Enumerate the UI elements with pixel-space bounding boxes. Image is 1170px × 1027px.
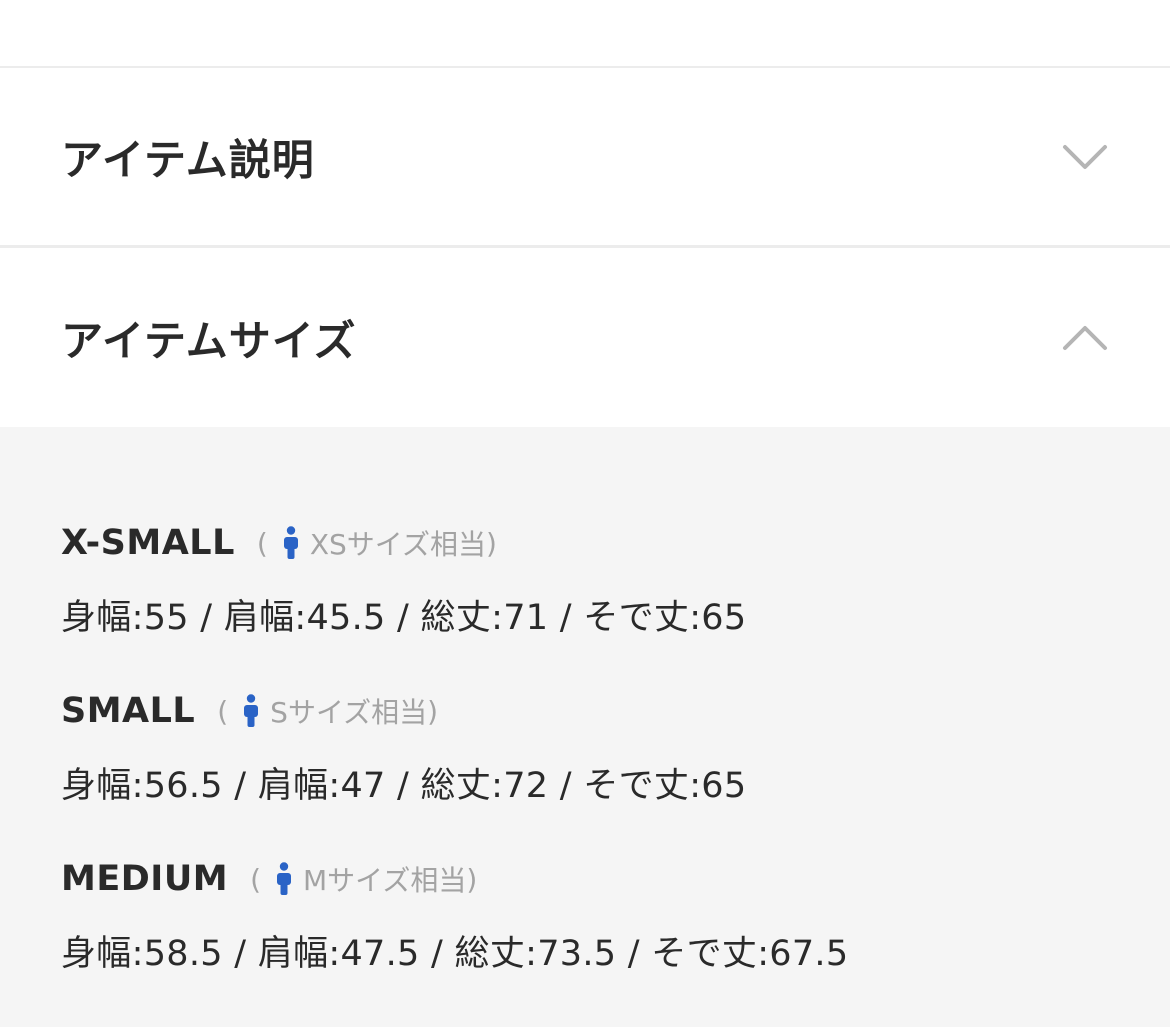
person-icon	[282, 526, 300, 560]
paren-open: (	[217, 694, 229, 728]
size-measurements: 身幅:56.5 / 肩幅:47 / 総丈:72 / そで丈:65	[61, 766, 747, 806]
size-measurements: 身幅:58.5 / 肩幅:47.5 / 総丈:73.5 / そで丈:67.5	[61, 934, 849, 974]
size-entry-xsmall: X-SMALL ( XSサイズ相当 ) 身幅:55 / 肩幅:45.5 / 総丈…	[61, 523, 746, 640]
size-equiv-label: Sサイズ相当	[270, 696, 428, 729]
size-name: SMALL	[61, 691, 196, 731]
chevron-down-icon	[1062, 143, 1108, 171]
paren-close: )	[466, 862, 478, 896]
paren-close: )	[427, 694, 439, 728]
size-header-row: X-SMALL ( XSサイズ相当 )	[61, 523, 746, 563]
accordion-item-size[interactable]: アイテムサイズ	[0, 248, 1170, 427]
size-equivalent: ( Sサイズ相当 )	[217, 691, 438, 731]
size-equiv-label: XSサイズ相当	[309, 528, 486, 561]
size-header-row: SMALL ( Sサイズ相当 )	[61, 691, 746, 731]
accordion-title-size: アイテムサイズ	[61, 316, 357, 365]
size-equivalent: ( Mサイズ相当 )	[250, 859, 477, 899]
size-equiv-label: Mサイズ相当	[303, 864, 467, 897]
size-measurements: 身幅:55 / 肩幅:45.5 / 総丈:71 / そで丈:65	[61, 598, 747, 638]
person-icon	[242, 694, 260, 728]
paren-open: (	[250, 862, 261, 896]
accordion-title-description: アイテム説明	[61, 135, 315, 184]
accordion-item-description[interactable]: アイテム説明	[0, 68, 1170, 248]
paren-open: (	[256, 526, 268, 560]
size-equivalent: ( XSサイズ相当 )	[257, 523, 497, 563]
top-section-edge	[0, 0, 1170, 68]
product-detail-page: アイテム説明 アイテムサイズ X-SMALL ( XSサイズ相当) 身幅:55…	[0, 0, 1170, 1027]
size-entry-medium: MEDIUM ( Mサイズ相当 ) 身幅:58.5 / 肩幅:47.5 / 総丈…	[61, 859, 848, 976]
size-entry-small: SMALL ( Sサイズ相当 ) 身幅:56.5 / 肩幅:47 / 総丈:72…	[61, 691, 746, 808]
size-name: MEDIUM	[61, 859, 229, 899]
size-table-panel: X-SMALL ( XSサイズ相当 ) 身幅:55 / 肩幅:45.5 / 総丈…	[0, 427, 1170, 1027]
size-header-row: MEDIUM ( Mサイズ相当 )	[61, 859, 848, 899]
size-name: X-SMALL	[61, 523, 235, 563]
chevron-up-icon	[1062, 324, 1108, 352]
person-icon	[275, 862, 293, 896]
paren-close: )	[485, 526, 497, 560]
